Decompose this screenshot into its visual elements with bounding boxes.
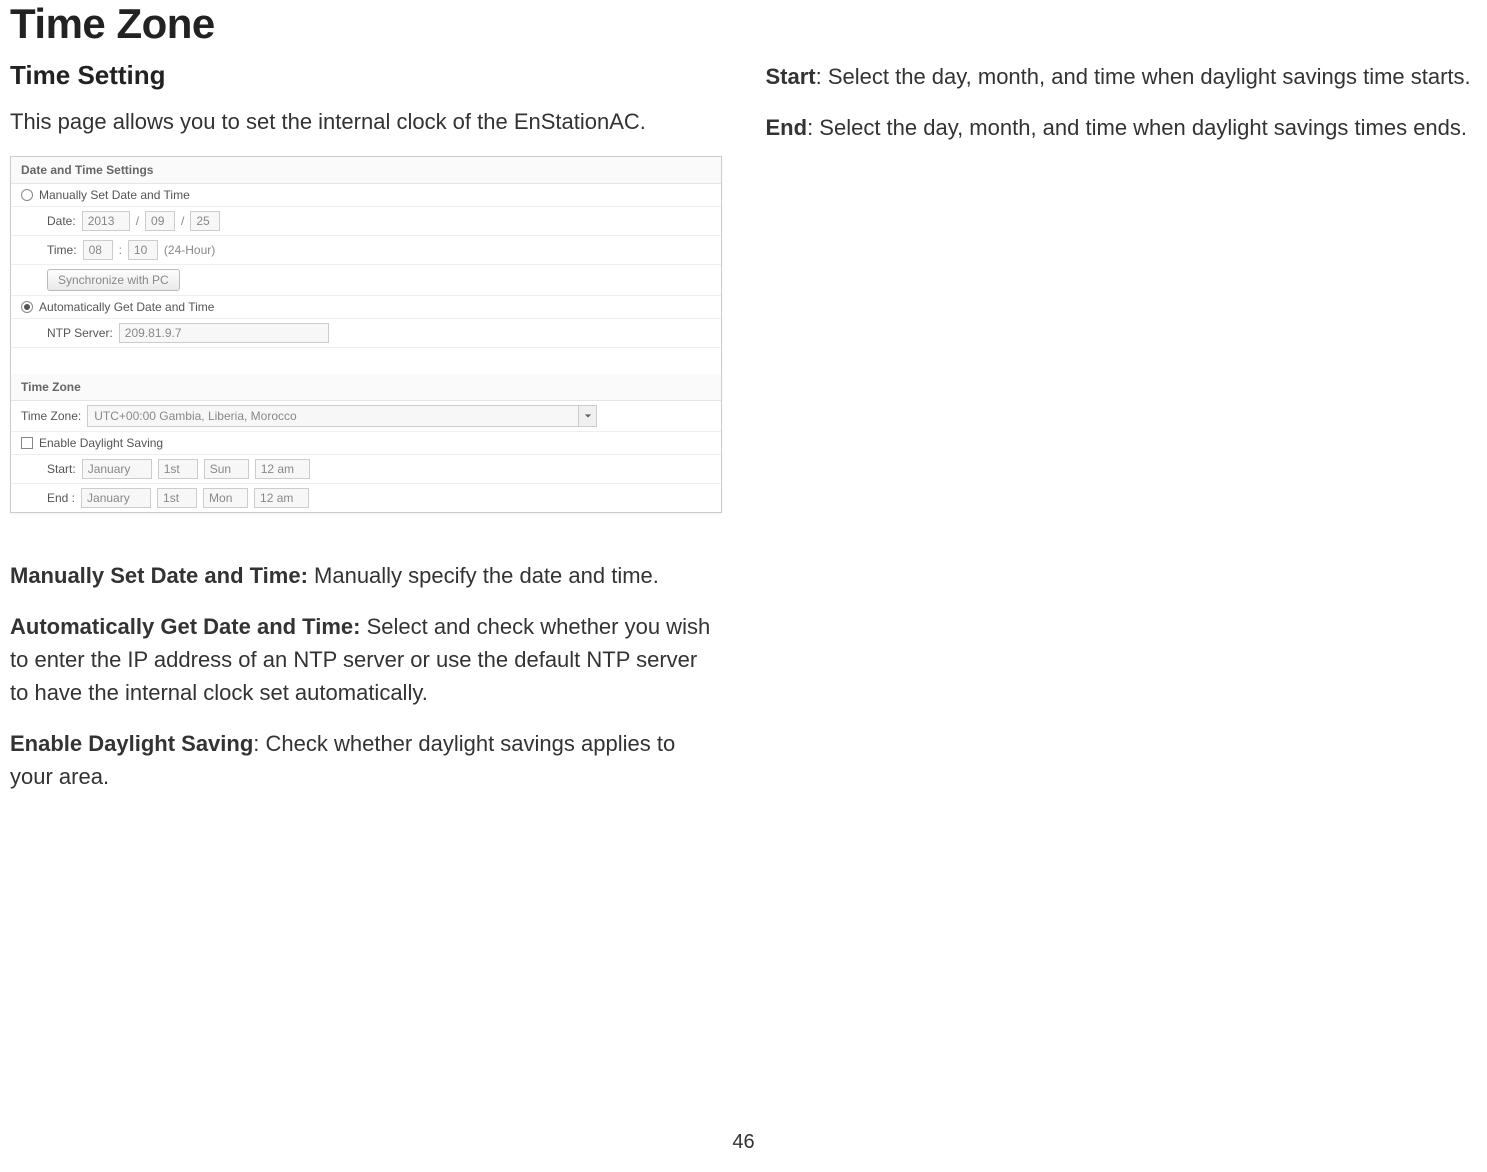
para-manual-rest: Manually specify the date and time. bbox=[308, 563, 659, 588]
manual-radio[interactable] bbox=[21, 189, 33, 201]
start-day-select[interactable] bbox=[204, 459, 249, 479]
auto-radio-row: Automatically Get Date and Time bbox=[11, 296, 721, 319]
date-label: Date: bbox=[47, 214, 76, 228]
timezone-value: UTC+00:00 Gambia, Liberia, Morocco bbox=[88, 407, 578, 425]
start-label: Start: bbox=[47, 462, 76, 476]
left-column: Time Setting This page allows you to set… bbox=[10, 60, 722, 811]
dst-label: Enable Daylight Saving bbox=[39, 436, 163, 450]
settings-screenshot: Date and Time Settings Manually Set Date… bbox=[10, 156, 722, 513]
end-day-select[interactable] bbox=[203, 488, 248, 508]
time-format-label: (24-Hour) bbox=[164, 243, 215, 257]
dst-start-row: Start: bbox=[11, 455, 721, 484]
time-row: Time: : (24-Hour) bbox=[11, 236, 721, 265]
date-sep-2: / bbox=[181, 214, 184, 228]
section-heading: Time Setting bbox=[10, 60, 722, 91]
time-sep: : bbox=[119, 243, 122, 257]
date-row: Date: / / bbox=[11, 207, 721, 236]
para-end: End: Select the day, month, and time whe… bbox=[766, 111, 1478, 144]
right-column: Start: Select the day, month, and time w… bbox=[766, 60, 1478, 811]
time-label: Time: bbox=[47, 243, 77, 257]
panel-gap bbox=[11, 348, 721, 374]
timezone-section-header: Time Zone bbox=[11, 374, 721, 401]
start-time-select[interactable] bbox=[255, 459, 310, 479]
para-end-bold: End bbox=[766, 115, 808, 140]
auto-radio[interactable] bbox=[21, 301, 33, 313]
page-title: Time Zone bbox=[10, 0, 1477, 48]
start-month-select[interactable] bbox=[82, 459, 152, 479]
sync-pc-button[interactable]: Synchronize with PC bbox=[47, 269, 180, 291]
para-auto-bold: Automatically Get Date and Time: bbox=[10, 614, 360, 639]
intro-text: This page allows you to set the internal… bbox=[10, 107, 722, 138]
page-number: 46 bbox=[732, 1131, 754, 1154]
dst-end-row: End : bbox=[11, 484, 721, 512]
timezone-select[interactable]: UTC+00:00 Gambia, Liberia, Morocco bbox=[87, 405, 597, 427]
end-week-select[interactable] bbox=[157, 488, 197, 508]
ntp-server-input[interactable] bbox=[119, 323, 329, 343]
para-start-rest: : Select the day, month, and time when d… bbox=[816, 64, 1471, 89]
para-start-bold: Start bbox=[766, 64, 816, 89]
dst-checkbox[interactable] bbox=[21, 437, 33, 449]
para-auto: Automatically Get Date and Time: Select … bbox=[10, 610, 722, 709]
month-input[interactable] bbox=[145, 211, 175, 231]
ntp-label: NTP Server: bbox=[47, 326, 113, 340]
ntp-row: NTP Server: bbox=[11, 319, 721, 348]
para-manual-bold: Manually Set Date and Time: bbox=[10, 563, 308, 588]
para-dst: Enable Daylight Saving: Check whether da… bbox=[10, 727, 722, 793]
timezone-row: Time Zone: UTC+00:00 Gambia, Liberia, Mo… bbox=[11, 401, 721, 432]
end-label: End : bbox=[47, 491, 75, 505]
dst-row: Enable Daylight Saving bbox=[11, 432, 721, 455]
end-month-select[interactable] bbox=[81, 488, 151, 508]
chevron-down-icon bbox=[578, 406, 596, 426]
date-sep-1: / bbox=[136, 214, 139, 228]
auto-radio-label: Automatically Get Date and Time bbox=[39, 300, 214, 314]
end-time-select[interactable] bbox=[254, 488, 309, 508]
content-columns: Time Setting This page allows you to set… bbox=[10, 60, 1477, 811]
para-end-rest: : Select the day, month, and time when d… bbox=[807, 115, 1467, 140]
manual-radio-label: Manually Set Date and Time bbox=[39, 188, 190, 202]
day-input[interactable] bbox=[190, 211, 220, 231]
hour-input[interactable] bbox=[83, 240, 113, 260]
start-week-select[interactable] bbox=[158, 459, 198, 479]
date-time-section-header: Date and Time Settings bbox=[11, 157, 721, 184]
year-input[interactable] bbox=[82, 211, 130, 231]
sync-row: Synchronize with PC bbox=[11, 265, 721, 296]
para-manual: Manually Set Date and Time: Manually spe… bbox=[10, 559, 722, 592]
manual-radio-row: Manually Set Date and Time bbox=[11, 184, 721, 207]
para-dst-bold: Enable Daylight Saving bbox=[10, 731, 253, 756]
minute-input[interactable] bbox=[128, 240, 158, 260]
timezone-label: Time Zone: bbox=[21, 409, 81, 423]
para-start: Start: Select the day, month, and time w… bbox=[766, 60, 1478, 93]
